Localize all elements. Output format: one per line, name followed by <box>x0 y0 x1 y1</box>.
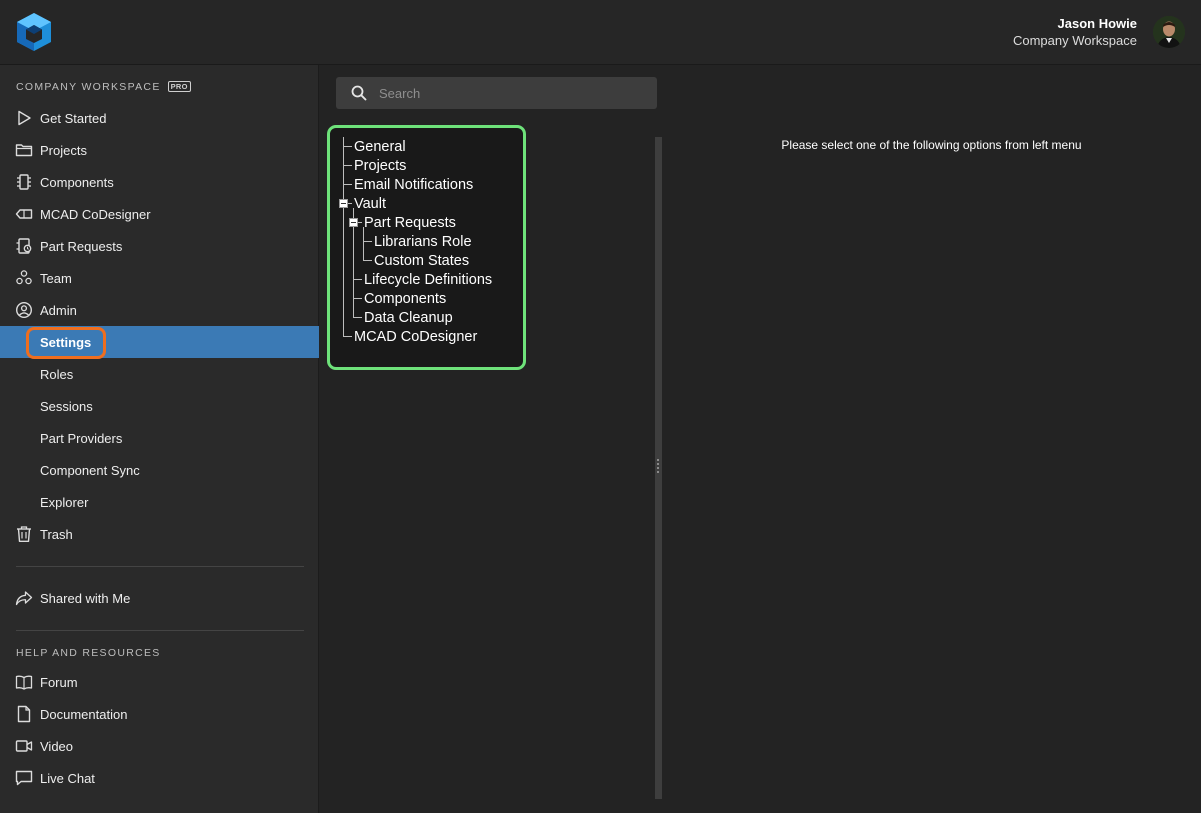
workspace-section-title: COMPANY WORKSPACE <box>16 81 161 93</box>
workspace-name: Company Workspace <box>1012 33 1137 48</box>
sidebar-item-label: Get Started <box>40 111 107 126</box>
sidebar-item-label: Roles <box>40 367 74 382</box>
sidebar-item-label: Live Chat <box>40 771 95 786</box>
tree-item-general[interactable]: General <box>354 138 406 156</box>
sidebar-item-label: Part Providers <box>40 431 123 446</box>
tree-connector <box>343 146 352 147</box>
tree-item-vault[interactable]: Vault <box>354 195 386 213</box>
mcad-icon <box>15 205 33 223</box>
sidebar-item-shared-with-me[interactable]: Shared with Me <box>0 582 319 614</box>
top-header: Jason Howie Company Workspace <box>0 0 1201 65</box>
sidebar-item-component-sync[interactable]: Component Sync <box>0 454 319 486</box>
sidebar-item-trash[interactable]: Trash <box>0 518 319 550</box>
sidebar-item-video[interactable]: Video <box>0 730 319 762</box>
sidebar-divider <box>16 566 304 567</box>
tree-connector <box>343 137 344 337</box>
sidebar-item-components[interactable]: Components <box>0 166 319 198</box>
tree-item-components[interactable]: Components <box>364 290 446 308</box>
book-icon <box>15 673 33 691</box>
tree-item-part-requests[interactable]: Part Requests <box>364 214 456 232</box>
pro-badge: PRO <box>167 81 191 92</box>
splitter-grip-icon <box>657 459 659 473</box>
trash-icon <box>15 525 33 543</box>
sidebar-item-label: Video <box>40 739 74 754</box>
tree-connector <box>353 298 362 299</box>
tree-connector <box>353 279 362 280</box>
sidebar-item-label: Forum <box>40 675 78 690</box>
sidebar-item-documentation[interactable]: Documentation <box>0 698 319 730</box>
sidebar-item-settings[interactable]: Settings <box>0 326 319 359</box>
workspace-section-label: COMPANY WORKSPACE PRO <box>16 81 191 93</box>
search-icon <box>350 84 368 102</box>
altium-365-logo-icon[interactable] <box>15 12 53 52</box>
sidebar-divider <box>16 630 304 631</box>
tree-connector <box>363 260 372 261</box>
tree-connector <box>343 165 352 166</box>
user-info[interactable]: Jason Howie Company Workspace <box>1013 15 1137 49</box>
video-icon <box>15 737 33 755</box>
sidebar-item-label: Components <box>40 175 114 190</box>
sidebar-item-label: Shared with Me <box>40 591 131 606</box>
sidebar-item-label: Sessions <box>40 399 93 414</box>
search-input[interactable] <box>379 77 649 109</box>
tree-item-email-notifications[interactable]: Email Notifications <box>354 176 473 194</box>
chat-icon <box>15 769 33 787</box>
document-icon <box>15 705 33 723</box>
sidebar-item-label: Trash <box>40 527 73 542</box>
chip-icon <box>15 173 33 191</box>
tree-connector <box>363 241 372 242</box>
sidebar-item-part-providers[interactable]: Part Providers <box>0 422 319 454</box>
tree-connector <box>353 317 362 318</box>
sidebar-item-get-started[interactable]: Get Started <box>0 102 319 134</box>
tree-item-mcad-codesigner[interactable]: MCAD CoDesigner <box>354 328 477 346</box>
vault-collapse-toggle[interactable] <box>339 199 348 208</box>
tree-item-projects[interactable]: Projects <box>354 157 406 175</box>
help-section-label: HELP AND RESOURCES <box>16 647 161 659</box>
user-circle-icon <box>15 301 33 319</box>
sidebar-item-forum[interactable]: Forum <box>0 666 319 698</box>
tree-connector <box>343 336 352 337</box>
sidebar: COMPANY WORKSPACE PRO Get Started Project… <box>0 65 319 813</box>
tree-item-lifecycle-definitions[interactable]: Lifecycle Definitions <box>364 271 492 289</box>
sidebar-item-label: Part Requests <box>40 239 123 254</box>
sidebar-item-mcad-codesigner[interactable]: MCAD CoDesigner <box>0 198 319 230</box>
sidebar-item-roles[interactable]: Roles <box>0 358 319 390</box>
user-avatar[interactable] <box>1153 16 1185 48</box>
sidebar-item-explorer[interactable]: Explorer <box>0 486 319 518</box>
sidebar-item-team[interactable]: Team <box>0 262 319 294</box>
search-box[interactable] <box>336 77 657 109</box>
sidebar-item-label: Component Sync <box>40 463 140 478</box>
tree-item-data-cleanup[interactable]: Data Cleanup <box>364 309 453 327</box>
sidebar-item-admin[interactable]: Admin <box>0 294 319 326</box>
sidebar-item-live-chat[interactable]: Live Chat <box>0 762 319 794</box>
folder-icon <box>15 141 33 159</box>
sidebar-item-label: Team <box>40 271 72 286</box>
tree-connector <box>343 184 352 185</box>
tree-item-librarians-role[interactable]: Librarians Role <box>374 233 472 251</box>
tree-item-custom-states[interactable]: Custom States <box>374 252 469 270</box>
part-requests-collapse-toggle[interactable] <box>349 218 358 227</box>
sidebar-item-part-requests[interactable]: Part Requests <box>0 230 319 262</box>
sidebar-item-label: Projects <box>40 143 87 158</box>
sidebar-item-label: Explorer <box>40 495 89 510</box>
sidebar-item-label: MCAD CoDesigner <box>40 207 151 222</box>
select-option-prompt: Please select one of the following optio… <box>781 138 1082 152</box>
panel-splitter[interactable] <box>655 137 662 799</box>
sidebar-item-label: Settings <box>40 335 92 350</box>
settings-tree: General Projects Email Notifications Vau… <box>327 125 526 370</box>
team-icon <box>15 269 33 287</box>
sidebar-item-projects[interactable]: Projects <box>0 134 319 166</box>
sidebar-item-label: Documentation <box>40 707 128 722</box>
share-arrow-icon <box>15 589 33 607</box>
user-name: Jason Howie <box>1057 16 1137 31</box>
sidebar-item-label: Admin <box>40 303 77 318</box>
part-request-icon <box>15 237 33 255</box>
sidebar-item-sessions[interactable]: Sessions <box>0 390 319 422</box>
play-icon <box>15 109 33 127</box>
